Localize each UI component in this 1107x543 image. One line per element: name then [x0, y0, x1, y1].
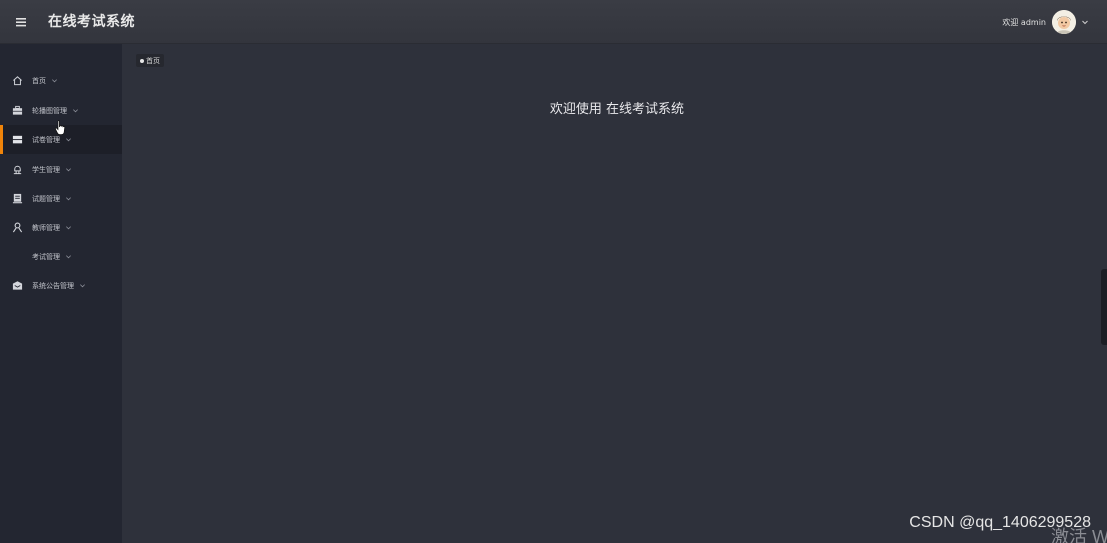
sidebar-item-label: 教师管理 — [32, 223, 60, 232]
chevron-down-icon — [66, 168, 71, 172]
chevron-down-icon — [1082, 20, 1088, 25]
sidebar-item-label: 系统公告管理 — [32, 281, 74, 290]
briefcase-icon — [11, 105, 23, 117]
avatar[interactable] — [1052, 10, 1076, 34]
user-icon — [11, 222, 23, 234]
sidebar-item-label: 首页 — [32, 76, 46, 85]
sidebar-item-label: 试卷管理 — [32, 135, 60, 144]
hand-cursor-icon — [55, 120, 66, 135]
chevron-down-icon — [66, 138, 71, 142]
sidebar-item-announcements[interactable]: 系统公告管理 — [0, 271, 122, 300]
student-icon — [11, 164, 23, 176]
sidebar-item-exams[interactable]: 考试管理 — [0, 242, 122, 271]
sidebar-item-label: 轮播图管理 — [32, 106, 67, 115]
sidebar-item-label: 考试管理 — [32, 252, 60, 261]
sidebar-item-label: 学生管理 — [32, 165, 60, 174]
grid-icon — [11, 134, 23, 146]
drawer-handle[interactable] — [1101, 269, 1107, 345]
chevron-down-icon — [66, 197, 71, 201]
breadcrumb-label: 首页 — [146, 56, 160, 65]
activate-windows-text: 激活 Wi — [1051, 527, 1107, 543]
user-menu[interactable]: 欢迎 admin — [1002, 9, 1089, 35]
inbox-icon — [11, 280, 23, 292]
dot-icon — [140, 58, 144, 63]
top-header: 在线考试系统 欢迎 admin — [0, 0, 1107, 44]
sidebar-item-teachers[interactable]: 教师管理 — [0, 213, 122, 242]
sidebar: 首页 轮播图管理 试卷管理 学生管理 试题管理 教师管理 考试管理 系统公告管理 — [0, 44, 122, 543]
app-title: 在线考试系统 — [48, 14, 135, 30]
sidebar-item-questions[interactable]: 试题管理 — [0, 184, 122, 213]
welcome-user-text: 欢迎 admin — [1002, 17, 1046, 27]
app-root: 在线考试系统 欢迎 admin 首页 轮播图管理 试卷管理 学生管理 试题管理 … — [0, 0, 1107, 543]
sidebar-item-label: 试题管理 — [32, 194, 60, 203]
hamburger-icon[interactable] — [13, 13, 31, 31]
sidebar-item-home[interactable]: 首页 — [0, 66, 122, 95]
document-icon — [11, 193, 23, 205]
sidebar-item-students[interactable]: 学生管理 — [0, 155, 122, 184]
chevron-down-icon — [73, 109, 78, 113]
main-content: 首页 欢迎使用 在线考试系统 CSDN @qq_1406299528 激活 Wi — [122, 44, 1107, 543]
welcome-heading: 欢迎使用 在线考试系统 — [549, 102, 685, 117]
breadcrumb-tag-home[interactable]: 首页 — [136, 54, 164, 67]
chevron-down-icon — [66, 226, 71, 230]
chevron-down-icon — [66, 255, 71, 259]
home-icon — [11, 75, 23, 87]
chevron-down-icon — [80, 284, 85, 288]
chevron-down-icon — [52, 79, 57, 83]
